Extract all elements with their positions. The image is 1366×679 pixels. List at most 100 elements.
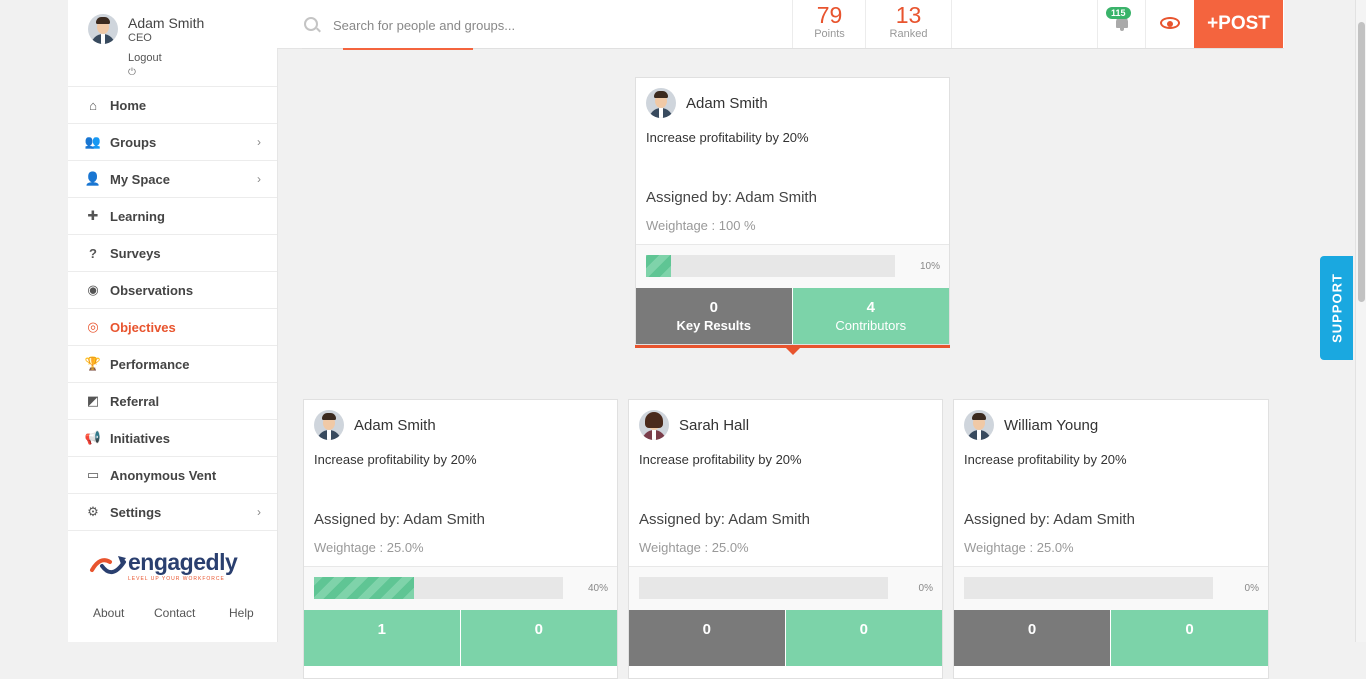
progress-percent: 40%: [587, 583, 608, 594]
sidebar-item-initiatives[interactable]: 📢 Initiatives: [68, 420, 277, 457]
owner-name[interactable]: Adam Smith: [686, 95, 768, 112]
notifications-button[interactable]: 115: [1097, 0, 1146, 48]
weightage: Weightage : 100 %: [646, 218, 756, 233]
contributors-count: 0: [1185, 621, 1194, 638]
avatar[interactable]: [639, 410, 669, 440]
key-results-button[interactable]: 1: [304, 610, 461, 666]
user-profile: Adam Smith CEO Logout ⏻: [68, 0, 277, 87]
eye-icon: [1160, 17, 1180, 29]
puzzle-icon: ✚: [87, 208, 99, 223]
objective-title[interactable]: Increase profitability by 20%: [646, 130, 809, 145]
gear-icon: ⚙: [87, 504, 99, 519]
progress-bar: [646, 255, 895, 277]
objective-card[interactable]: Sarah Hall Increase profitability by 20% A…: [628, 399, 943, 679]
contributors-button[interactable]: 0: [1111, 610, 1268, 666]
key-results-count: 1: [377, 621, 386, 638]
progress-percent: 10%: [919, 261, 940, 272]
sidebar-item-surveys[interactable]: ? Surveys: [68, 235, 277, 272]
key-results-label: Key Results: [676, 318, 751, 333]
points-stat[interactable]: 79 Points: [792, 0, 866, 48]
objective-card[interactable]: Adam Smith Increase profitability by 20% A…: [303, 399, 618, 679]
objective-title[interactable]: Increase profitability by 20%: [964, 452, 1127, 467]
ranked-value: 13: [895, 2, 922, 28]
assigned-by: Assigned by: Adam Smith: [964, 511, 1135, 528]
share-icon: ◩: [86, 393, 100, 408]
key-results-button[interactable]: 0: [954, 610, 1111, 666]
megaphone-icon: 📢: [84, 430, 102, 445]
owner-name[interactable]: Adam Smith: [354, 417, 436, 434]
search-input[interactable]: [331, 14, 635, 36]
key-results-count: 0: [709, 299, 718, 316]
sidebar-item-label: Observations: [110, 282, 194, 298]
avatar[interactable]: [314, 410, 344, 440]
user-role: CEO: [128, 32, 152, 44]
contributors-count: 0: [859, 621, 868, 638]
ranked-stat[interactable]: 13 Ranked: [865, 0, 952, 48]
contributors-button[interactable]: 0: [460, 610, 617, 666]
sidebar-item-learning[interactable]: ✚ Learning: [68, 198, 277, 235]
sidebar-item-label: Learning: [110, 208, 165, 224]
chevron-right-icon: ›: [257, 172, 261, 186]
contact-link[interactable]: Contact: [154, 606, 195, 620]
sidebar-item-label: Objectives: [110, 319, 176, 335]
sidebar-item-label: My Space: [110, 171, 170, 187]
scrollbar[interactable]: [1355, 0, 1366, 642]
progress-bar: [639, 577, 888, 599]
sidebar-item-groups[interactable]: 👥 Groups ›: [68, 124, 277, 161]
logout-link[interactable]: Logout: [128, 52, 162, 64]
sidebar-item-home[interactable]: ⌂ Home: [68, 87, 277, 124]
search-icon: [304, 17, 318, 31]
sidebar-item-label: Anonymous Vent: [110, 467, 217, 483]
key-results-button[interactable]: 0: [629, 610, 786, 666]
user-name[interactable]: Adam Smith: [128, 15, 204, 31]
groups-icon: 👥: [84, 134, 102, 149]
contributors-count: 0: [534, 621, 543, 638]
progress-fill: [646, 255, 671, 277]
card-footer: 00: [954, 610, 1268, 666]
sidebar-item-observations[interactable]: ◉ Observations: [68, 272, 277, 309]
key-results-count: 0: [702, 621, 711, 638]
avatar[interactable]: [646, 88, 676, 118]
about-link[interactable]: About: [93, 606, 124, 620]
objective-title[interactable]: Increase profitability by 20%: [314, 452, 477, 467]
sidebar-item-label: Groups: [110, 134, 157, 150]
eye-icon: ◉: [87, 282, 99, 297]
progress-row: 0%: [954, 566, 1268, 611]
assigned-by: Assigned by: Adam Smith: [314, 511, 485, 528]
post-button[interactable]: +POST: [1194, 0, 1283, 48]
observations-button[interactable]: [1145, 0, 1194, 48]
card-footer: 0 Key Results 4 Contributors: [636, 288, 949, 344]
chevron-right-icon: ›: [257, 135, 261, 149]
progress-percent: 0%: [918, 583, 933, 594]
objective-card[interactable]: Adam Smith Increase profitability by 20% A…: [635, 77, 950, 345]
sidebar-item-performance[interactable]: 🏆 Performance: [68, 346, 277, 383]
assigned-by: Assigned by: Adam Smith: [646, 189, 817, 206]
objective-card[interactable]: William Young Increase profitability by 2…: [953, 399, 1269, 679]
key-results-button[interactable]: 0 Key Results: [636, 288, 793, 344]
caret-down-icon: [785, 347, 801, 355]
card-footer: 00: [629, 610, 942, 666]
help-link[interactable]: Help: [229, 606, 254, 620]
support-button[interactable]: SUPPORT: [1320, 256, 1353, 360]
points-value: 79: [816, 2, 843, 28]
sidebar-item-objectives[interactable]: ◎ Objectives: [68, 309, 277, 346]
objective-title[interactable]: Increase profitability by 20%: [639, 452, 802, 467]
sidebar-item-referral[interactable]: ◩ Referral: [68, 383, 277, 420]
sidebar-item-label: Settings: [110, 504, 162, 520]
sidebar-item-settings[interactable]: ⚙ Settings ›: [68, 494, 277, 531]
sidebar-item-anonymous-vent[interactable]: ▭ Anonymous Vent: [68, 457, 277, 494]
contributors-button[interactable]: 0: [785, 610, 942, 666]
scrollbar-thumb[interactable]: [1358, 22, 1365, 302]
sidebar-item-my-space[interactable]: 👤 My Space ›: [68, 161, 277, 198]
support-label: SUPPORT: [1329, 273, 1344, 343]
owner-name[interactable]: Sarah Hall: [679, 417, 749, 434]
card-footer: 10: [304, 610, 617, 666]
logo-tagline: LEVEL UP YOUR WORKFORCE: [128, 576, 225, 582]
topbar: 79 Points 13 Ranked 115 +POST: [277, 0, 1284, 49]
avatar[interactable]: [88, 14, 118, 44]
contributors-button[interactable]: 4 Contributors: [792, 288, 949, 344]
owner-name[interactable]: William Young: [1004, 417, 1098, 434]
sidebar-nav: ⌂ Home 👥 Groups › 👤 My Space › ✚ Learning? Surveys…: [68, 87, 277, 531]
power-icon[interactable]: ⏻: [128, 67, 136, 78]
avatar[interactable]: [964, 410, 994, 440]
